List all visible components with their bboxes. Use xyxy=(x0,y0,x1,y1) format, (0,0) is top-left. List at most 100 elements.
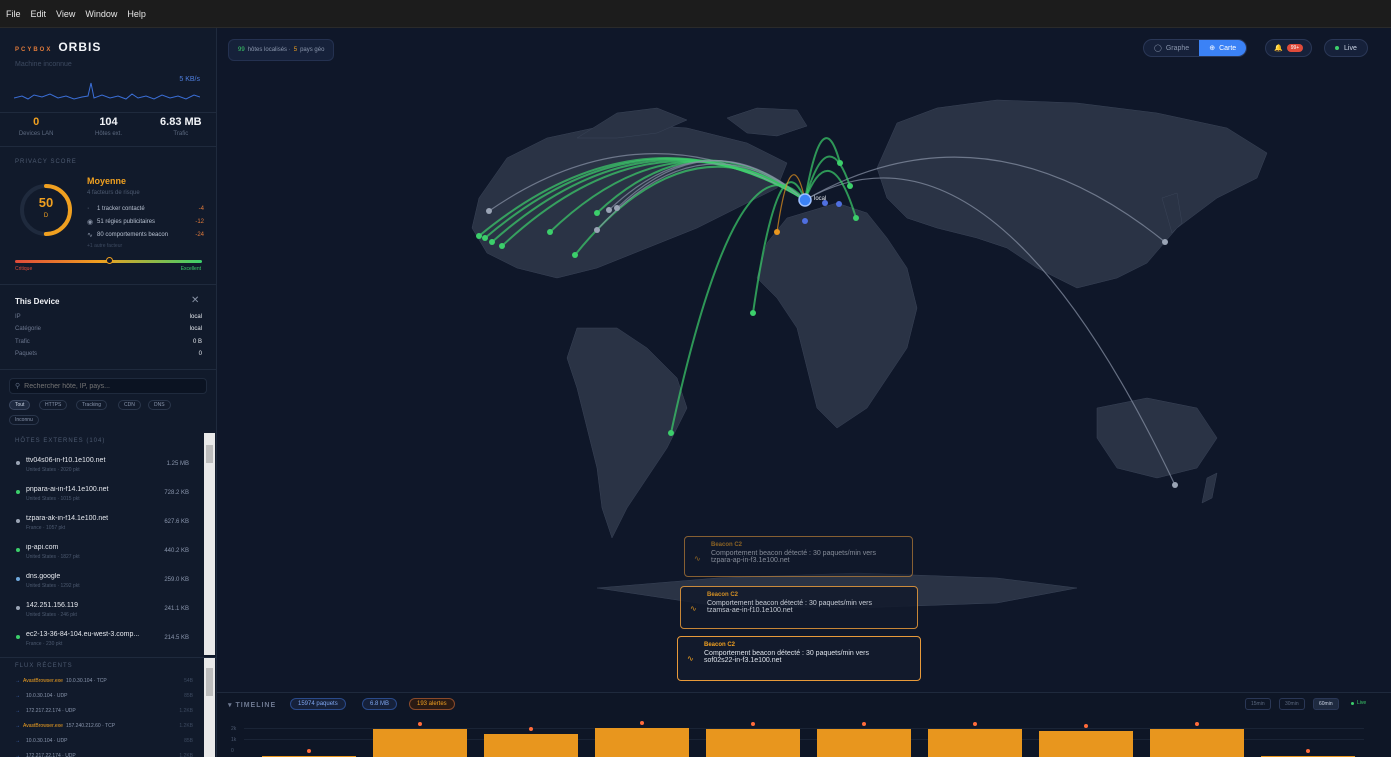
timeline-bar[interactable] xyxy=(928,729,1022,757)
traffic-sparkline xyxy=(14,82,200,100)
host-name: tzpara-ak-in-f14.1e100.net xyxy=(26,515,109,522)
close-icon[interactable]: ✕ xyxy=(191,295,199,306)
flux-row[interactable]: → 172.217.22.174 · UDP 1.2KB xyxy=(15,708,193,714)
host-row[interactable]: 142.251.156.119 United States · 246 pkt 24… xyxy=(0,598,203,627)
alerts-badge: 193 alertes xyxy=(409,698,455,710)
alert-card[interactable]: ∿ Beacon C2 Comportement beacon détecté … xyxy=(680,586,918,629)
flux-title: FLUX RÉCENTS xyxy=(15,663,73,669)
host-size: 259.0 KB xyxy=(164,577,189,583)
host-node[interactable] xyxy=(1172,482,1178,488)
host-node[interactable] xyxy=(606,207,612,213)
alert-marker xyxy=(751,722,755,726)
host-row[interactable]: tzpara-ak-in-f14.1e100.net France · 1057 … xyxy=(0,511,203,540)
alert-marker xyxy=(529,727,533,731)
host-node[interactable] xyxy=(802,218,808,224)
menu-edit[interactable]: Edit xyxy=(31,9,47,19)
privacy-score-value: 50 xyxy=(38,195,54,210)
host-node[interactable] xyxy=(482,235,488,241)
host-node[interactable] xyxy=(594,210,600,216)
host-name: pnpara-ai-in-f14.1e100.net xyxy=(26,486,109,493)
host-node[interactable] xyxy=(668,430,674,436)
flux-scrollbar[interactable] xyxy=(204,658,215,757)
pulse-icon: ∿ xyxy=(694,554,701,563)
privacy-score-ring xyxy=(20,184,72,236)
device-row-packets: Paquets 0 xyxy=(15,351,202,357)
timeline-bar[interactable] xyxy=(1039,731,1133,757)
range-30min[interactable]: 30min xyxy=(1279,698,1305,710)
timeline-title[interactable]: ▾ TIMELINE xyxy=(228,701,276,709)
graph-view-button[interactable]: ◯ Graphe xyxy=(1144,40,1199,56)
host-node[interactable] xyxy=(489,239,495,245)
search-input[interactable] xyxy=(24,382,195,390)
timeline-bar[interactable] xyxy=(373,729,467,757)
host-meta: United States · 1292 pkt xyxy=(26,583,80,589)
host-node[interactable] xyxy=(547,229,553,235)
host-node[interactable] xyxy=(572,252,578,258)
timeline-bar[interactable] xyxy=(817,729,911,757)
alert-card[interactable]: ∿ Beacon C2 Comportement beacon détecté … xyxy=(684,536,913,577)
host-row[interactable]: ec2-13-36-84-104.eu-west-3.comp... France… xyxy=(0,627,203,656)
map-view-button[interactable]: ⊕ Carte xyxy=(1199,40,1247,56)
radio-icon: · xyxy=(87,205,90,212)
status-dot xyxy=(16,606,20,610)
filter-cdn[interactable]: CDN xyxy=(118,400,141,410)
host-meta: France · 1057 pkt xyxy=(26,525,66,531)
host-node[interactable] xyxy=(614,205,620,211)
flux-row[interactable]: → 10.0.30.104 · UDP 85B xyxy=(15,738,193,744)
more-factors-link[interactable]: +1 autre facteur xyxy=(87,243,122,249)
bell-icon: 🔔 xyxy=(1274,45,1283,52)
host-row[interactable]: ttv04s06-in-f10.1e100.net United States ·… xyxy=(0,453,203,482)
timeline-bar[interactable] xyxy=(1150,729,1244,757)
flux-row[interactable]: → AvastBrowser.exe 157.240.212.60 · TCP 1.2… xyxy=(15,723,193,729)
host-node[interactable] xyxy=(594,227,600,233)
host-node[interactable] xyxy=(499,243,505,249)
summary-stats: 0 Devices LAN 104 Hôtes ext. 6.83 MB Trafic xyxy=(0,116,216,137)
filter-https[interactable]: HTTPS xyxy=(39,400,68,410)
host-node[interactable] xyxy=(847,183,853,189)
arrow-right-icon: → xyxy=(15,678,20,684)
flux-row[interactable]: → 10.0.30.104 · UDP 85B xyxy=(15,693,193,699)
filter-tracking[interactable]: Tracking xyxy=(76,400,107,410)
brand-logo: PCYBOX ORBIS xyxy=(15,40,101,54)
host-node[interactable] xyxy=(853,215,859,221)
risk-factors-label: 4 facteurs de risque xyxy=(87,190,140,196)
host-row[interactable]: pnpara-ai-in-f14.1e100.net United States … xyxy=(0,482,203,511)
range-60min[interactable]: 60min xyxy=(1313,698,1339,710)
menu-file[interactable]: File xyxy=(6,9,21,19)
host-node[interactable] xyxy=(774,229,780,235)
live-label: Live xyxy=(1344,44,1357,52)
timeline-live: Live xyxy=(1351,700,1366,706)
filter-dns[interactable]: DNS xyxy=(148,400,171,410)
host-size: 728.2 KB xyxy=(164,490,189,496)
status-dot xyxy=(16,548,20,552)
host-node[interactable] xyxy=(750,310,756,316)
host-node[interactable] xyxy=(836,201,842,207)
timeline-bar[interactable] xyxy=(706,729,800,757)
risk-item-beacon: ∿ 80 comportements beacon -24 xyxy=(87,232,204,239)
menu-window[interactable]: Window xyxy=(85,9,117,19)
menu-help[interactable]: Help xyxy=(127,9,146,19)
host-row[interactable]: dns.google United States · 1292 pkt 259.0 … xyxy=(0,569,203,598)
arrow-right-icon: → xyxy=(15,738,20,744)
risk-item-ads: ◉ 51 régies publicitaires -12 xyxy=(87,219,204,226)
hosts-scrollbar[interactable] xyxy=(204,433,215,655)
device-row-category: Catégorie local xyxy=(15,326,202,332)
filter-unknown[interactable]: Inconnu xyxy=(9,415,39,425)
flux-row[interactable]: → AvastBrowser.exe 10.0.30.104 · TCP 54B xyxy=(15,678,193,684)
live-button[interactable]: Live xyxy=(1324,39,1368,57)
range-15min[interactable]: 15min xyxy=(1245,698,1271,710)
host-node[interactable] xyxy=(1162,239,1168,245)
host-row[interactable]: ip-api.com United States · 1827 pkt 440.2 … xyxy=(0,540,203,569)
host-node[interactable] xyxy=(486,208,492,214)
host-node[interactable] xyxy=(476,233,482,239)
alerts-button[interactable]: 🔔 99+ xyxy=(1265,39,1313,57)
search-icon: ⚲ xyxy=(15,383,21,390)
local-node[interactable] xyxy=(798,193,812,207)
flux-row[interactable]: → 172.217.22.174 · UDP 1.2KB xyxy=(15,753,193,757)
alert-card[interactable]: ∿ Beacon C2 Comportement beacon détecté … xyxy=(677,636,921,681)
timeline-bar[interactable] xyxy=(595,728,689,757)
menu-view[interactable]: View xyxy=(56,9,75,19)
filter-all[interactable]: Tout xyxy=(9,400,31,410)
timeline-bar[interactable] xyxy=(484,734,578,757)
host-node[interactable] xyxy=(837,160,843,166)
